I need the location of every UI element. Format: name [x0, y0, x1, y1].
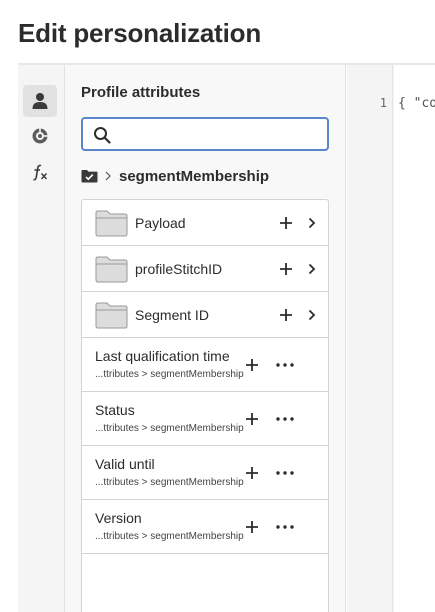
- function-icon: [33, 164, 48, 181]
- more-icon: [276, 471, 294, 475]
- code-area[interactable]: [394, 65, 435, 612]
- list-item-path: ...ttributes > segmentMembership: [95, 531, 244, 542]
- code-editor[interactable]: 1 { "co: [347, 65, 435, 612]
- list-item-attribute[interactable]: Status ...ttributes > segmentMembership: [82, 392, 328, 446]
- panel-title: Profile attributes: [81, 84, 201, 101]
- folder-icon: [95, 210, 128, 237]
- profile-attributes-button[interactable]: [23, 85, 57, 117]
- list-item-label: Last qualification time: [95, 348, 230, 364]
- plus-icon: [280, 217, 292, 229]
- more-button[interactable]: [275, 517, 295, 537]
- add-button[interactable]: [242, 463, 262, 483]
- profile-attributes-panel: Profile attributes segmentMembership Pay…: [65, 65, 346, 612]
- list-item-path: ...ttributes > segmentMembership: [95, 477, 244, 488]
- person-icon: [32, 93, 48, 109]
- expand-button[interactable]: [302, 213, 322, 233]
- plus-icon: [246, 467, 258, 479]
- add-button[interactable]: [276, 305, 296, 325]
- plus-icon: [246, 413, 258, 425]
- list-item-label: Payload: [135, 215, 186, 231]
- list-item-label: profileStitchID: [135, 261, 223, 277]
- plus-icon: [280, 263, 292, 275]
- chevron-right-icon: [308, 217, 316, 229]
- more-icon: [276, 525, 294, 529]
- plus-icon: [280, 309, 292, 321]
- page-title: Edit personalization: [18, 18, 262, 48]
- list-item-folder[interactable]: Payload: [82, 200, 328, 246]
- list-item-label: Version: [95, 510, 142, 526]
- more-button[interactable]: [275, 463, 295, 483]
- folder-icon: [95, 302, 128, 329]
- line-gutter: 1: [347, 65, 393, 612]
- list-item-folder[interactable]: profileStitchID: [82, 246, 328, 292]
- add-button[interactable]: [242, 517, 262, 537]
- add-button[interactable]: [242, 355, 262, 375]
- helper-functions-button[interactable]: [23, 156, 57, 188]
- expand-button[interactable]: [302, 305, 322, 325]
- list-item-path: ...ttributes > segmentMembership: [95, 423, 244, 434]
- code-line[interactable]: { "co: [398, 96, 435, 111]
- more-button[interactable]: [275, 355, 295, 375]
- list-item-path: ...ttributes > segmentMembership: [95, 369, 244, 380]
- line-number: 1: [379, 96, 387, 110]
- folder-root-button[interactable]: [81, 169, 98, 183]
- icon-rail: [18, 65, 65, 612]
- folder-icon: [95, 256, 128, 283]
- list-item-attribute[interactable]: Last qualification time ...ttributes > s…: [82, 338, 328, 392]
- list-item-folder[interactable]: Segment ID: [82, 292, 328, 338]
- folder-check-icon: [81, 170, 98, 183]
- search-field[interactable]: [81, 117, 329, 151]
- search-input[interactable]: [119, 123, 319, 145]
- add-button[interactable]: [242, 409, 262, 429]
- breadcrumb-current: segmentMembership: [119, 167, 270, 185]
- attribute-list: Payload profileStitchID Segment ID Last …: [81, 199, 329, 612]
- audiences-button[interactable]: [23, 120, 57, 152]
- plus-icon: [246, 521, 258, 533]
- add-button[interactable]: [276, 259, 296, 279]
- expand-button[interactable]: [302, 259, 322, 279]
- list-item-attribute[interactable]: Valid until ...ttributes > segmentMember…: [82, 446, 328, 500]
- breadcrumb: segmentMembership: [81, 166, 269, 186]
- list-item-label: Segment ID: [135, 307, 209, 323]
- chevron-right-icon: [308, 263, 316, 275]
- more-icon: [276, 363, 294, 367]
- search-icon: [94, 127, 111, 144]
- list-item-label: Valid until: [95, 456, 155, 472]
- plus-icon: [246, 359, 258, 371]
- list-item-attribute[interactable]: Version ...ttributes > segmentMembership: [82, 500, 328, 554]
- add-button[interactable]: [276, 213, 296, 233]
- chevron-right-icon: [105, 171, 111, 181]
- more-icon: [276, 417, 294, 421]
- target-icon: [32, 128, 48, 144]
- list-item-label: Status: [95, 402, 135, 418]
- more-button[interactable]: [275, 409, 295, 429]
- chevron-right-icon: [308, 309, 316, 321]
